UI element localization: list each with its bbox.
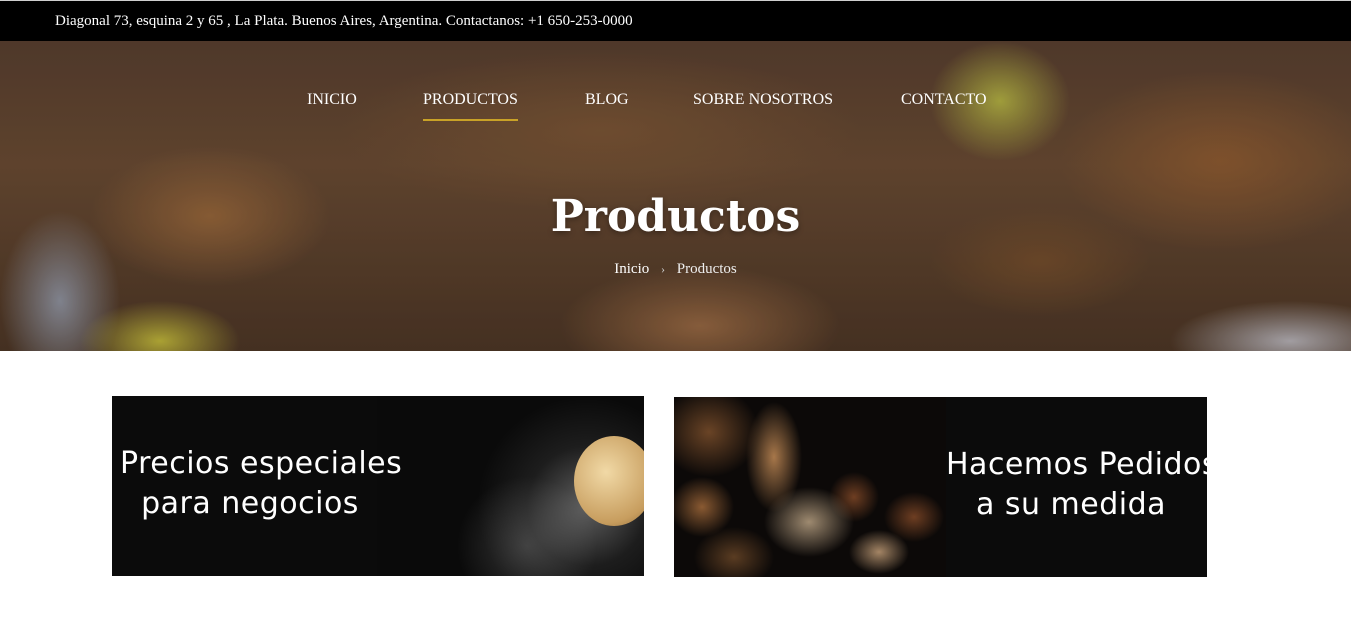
- nav-item-blog[interactable]: BLOG: [585, 91, 629, 109]
- banner-caption: Precios especiales para negocios: [120, 444, 403, 524]
- top-contact-bar: Diagonal 73, esquina 2 y 65 , La Plata. …: [0, 0, 1351, 41]
- round-bread-image: [574, 436, 644, 526]
- breadcrumb-current: Productos: [676, 261, 737, 277]
- breadcrumb-home-link[interactable]: Inicio: [614, 261, 649, 277]
- main-navigation: INICIO PRODUCTOS BLOG SOBRE NOSOTROS CON…: [0, 91, 1351, 121]
- banner-caption: Hacemos Pedidos a su medida: [946, 445, 1207, 525]
- page-title: Productos: [550, 191, 801, 242]
- banner-caption-line-2: a su medida: [975, 487, 1167, 522]
- banner-caption-line-2: para negocios: [141, 486, 359, 521]
- nav-item-inicio[interactable]: INICIO: [307, 91, 357, 109]
- banner-caption-line-1: Precios especiales: [120, 446, 403, 481]
- banner-pedidos-a-medida[interactable]: Hacemos Pedidos a su medida: [674, 397, 1207, 577]
- banner-precios-especiales[interactable]: Precios especiales para negocios: [112, 396, 644, 576]
- bread-basket-image: [674, 397, 946, 577]
- nav-item-sobre-nosotros[interactable]: SOBRE NOSOTROS: [693, 91, 833, 109]
- breadcrumb: Inicio › Productos: [0, 261, 1351, 278]
- contact-info: Diagonal 73, esquina 2 y 65 , La Plata. …: [55, 13, 633, 29]
- chevron-right-icon: ›: [661, 262, 665, 276]
- hero-section: INICIO PRODUCTOS BLOG SOBRE NOSOTROS CON…: [0, 41, 1351, 351]
- nav-item-contacto[interactable]: CONTACTO: [901, 91, 987, 109]
- banner-caption-line-1: Hacemos Pedidos: [946, 447, 1207, 482]
- nav-item-productos[interactable]: PRODUCTOS: [423, 91, 518, 121]
